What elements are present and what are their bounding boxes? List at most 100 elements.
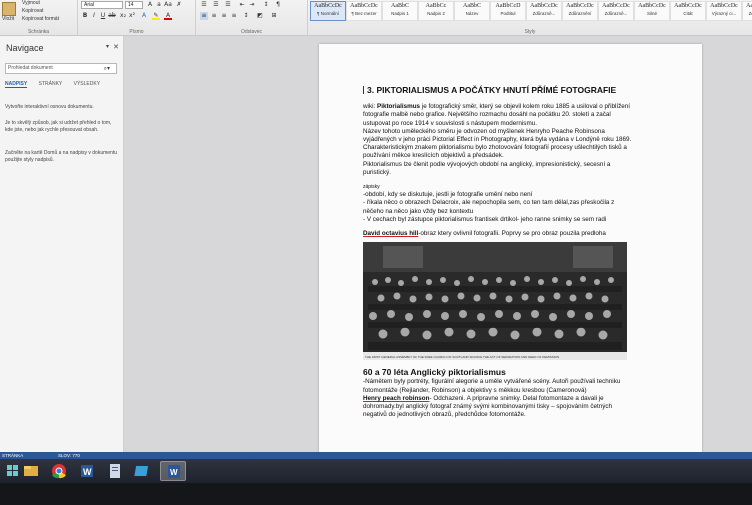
style-sample: AaBbCcDc	[530, 3, 558, 9]
font-color-icon[interactable]: A	[164, 12, 172, 20]
style-item[interactable]: AaBbC Nadpis 1	[382, 1, 418, 21]
style-item[interactable]: AaBbCcDc Silné	[634, 1, 670, 21]
multilevel-list-icon[interactable]: ☰	[224, 1, 232, 9]
paragraph-group-label: Odstavec	[240, 29, 263, 35]
nav-options-icon[interactable]: ▾	[106, 43, 109, 50]
bold-icon[interactable]: B	[81, 12, 89, 20]
highlight-icon[interactable]: ✎	[152, 12, 160, 20]
nav-search-input[interactable]: Prohledat dokument ⌕▾	[5, 63, 117, 74]
style-item[interactable]: AaBbCcDc ¶ Bez mezer	[346, 1, 382, 21]
style-item[interactable]: AaBbCcDc ¶ Normální	[310, 1, 346, 21]
italic-icon[interactable]: I	[90, 12, 98, 20]
sort-icon[interactable]: ↕	[262, 1, 270, 9]
styles-group: AaBbCcDc ¶ Normální AaBbCcDc ¶ Bez mezer AaB…	[308, 0, 752, 36]
nav-help-text-2: Je to skvělý způsob, jak si udržet přehl…	[5, 120, 112, 133]
david-name: David octavius hill	[363, 230, 419, 238]
clipboard-group-label: Schránka	[27, 29, 50, 35]
style-item[interactable]: AaBbCcDc Zdůrazně...	[526, 1, 562, 21]
style-name: Podtitul	[500, 11, 516, 16]
bullets-icon[interactable]: ☰	[200, 1, 208, 9]
style-item[interactable]: AaBbCcDc Zdůrazně...	[742, 1, 752, 21]
line-spacing-icon[interactable]: ↕	[242, 12, 250, 20]
nav-close-icon[interactable]: ✕	[113, 43, 119, 51]
intro-paragraph-3: Piktorialismus lze členit podle vývojový…	[363, 160, 611, 176]
font-name-select[interactable]: Arial	[81, 1, 123, 9]
robinson-name: Henry peach robinson	[363, 394, 430, 402]
style-name: Zdůraznění	[568, 11, 592, 16]
document-icon[interactable]	[104, 461, 126, 481]
align-left-icon[interactable]: ≡	[200, 12, 208, 20]
increase-indent-icon[interactable]: ⇥	[248, 1, 256, 9]
cut-button[interactable]: Vyjmout	[22, 0, 40, 6]
tab-results[interactable]: VÝSLEDKY	[74, 81, 100, 87]
navigation-pane: Navigace ▾ ✕ Prohledat dokument ⌕▾ NADPI…	[0, 36, 124, 452]
style-name: Citát	[683, 11, 693, 16]
style-item[interactable]: AaBbCcDc Zdůraznění	[562, 1, 598, 21]
justify-icon[interactable]: ≡	[230, 12, 238, 20]
page-indicator[interactable]: STRÁNKA	[2, 452, 23, 459]
intro-prefix: wiki:	[363, 103, 377, 111]
nav-help-text-3: Začněte na kartě Domů a na nadpisy v dok…	[5, 150, 118, 163]
superscript-icon[interactable]: x²	[128, 12, 136, 20]
style-sample: AaBbCcDc	[566, 3, 594, 9]
nav-help-text-1: Vytvořte interaktivní osnovu dokumentu.	[5, 104, 94, 110]
svg-text:W: W	[83, 467, 92, 477]
copy-button[interactable]: Kopírovat	[22, 8, 43, 14]
align-right-icon[interactable]: ≡	[220, 12, 228, 20]
align-center-icon[interactable]: ≡	[210, 12, 218, 20]
intro-paragraph-2: Název tohoto uměleckého směru je odvozen…	[363, 127, 632, 160]
word-active-window-icon[interactable]: W	[160, 461, 186, 481]
screen-bezel	[0, 483, 752, 505]
chrome-icon[interactable]	[48, 461, 70, 481]
photo-image	[363, 242, 627, 361]
style-item[interactable]: AaBbC Název	[454, 1, 490, 21]
font-group-label: Písmo	[129, 29, 144, 35]
photo-caption: THE FIRST GENERAL ASSEMBLY OF THE FREE C…	[365, 355, 560, 360]
tab-headings[interactable]: NADPISY	[5, 81, 28, 88]
document-page[interactable]: 3. PIKTORIALISMUS A POČÁTKY HNUTÍ PŘÍMÉ …	[319, 44, 702, 464]
shading-icon[interactable]: ◩	[256, 12, 264, 20]
borders-icon[interactable]: ⊞	[270, 12, 278, 20]
tab-pages[interactable]: STRÁNKY	[39, 81, 63, 87]
style-sample: AaBbC	[463, 3, 481, 9]
shrink-font-icon[interactable]: a	[155, 1, 163, 9]
app-icon[interactable]	[132, 461, 154, 481]
subscript-icon[interactable]: x₂	[119, 12, 127, 20]
style-name: Zdůrazně...	[748, 11, 752, 16]
font-size-select[interactable]: 14	[125, 1, 143, 9]
grow-font-icon[interactable]: A	[146, 1, 154, 9]
style-sample: AaBbCc	[425, 3, 447, 9]
section2-heading: 60 a 70 léta Anglický piktorialismus	[363, 367, 506, 378]
search-icon[interactable]: ⌕▾	[104, 65, 110, 74]
section-heading: 3. PIKTORIALISMUS A POČÁTKY HNUTÍ PŘÍMÉ …	[363, 86, 633, 94]
paste-icon[interactable]	[2, 2, 16, 16]
font-group: Arial 14 A a Aa ✗ B I U ab x₂ x² A ✎ A P…	[78, 0, 196, 36]
paste-button[interactable]: Vložit	[2, 16, 14, 22]
note-line-1: -období, kdy se diskutuje, jestli je fot…	[363, 191, 533, 199]
word-taskbar-icon[interactable]: W	[76, 461, 98, 481]
text-effects-icon[interactable]: A	[140, 12, 148, 20]
show-marks-icon[interactable]: ¶	[274, 1, 282, 9]
underline-icon[interactable]: U	[99, 12, 107, 20]
strikethrough-icon[interactable]: ab	[108, 12, 116, 20]
clear-format-icon[interactable]: ✗	[175, 1, 183, 9]
ribbon: Vložit Vyjmout Kopírovat Kopírovat formá…	[0, 0, 752, 36]
word-count[interactable]: SLOV: 770	[58, 452, 80, 459]
change-case-icon[interactable]: Aa	[164, 1, 172, 9]
historic-photo[interactable]: THE FIRST GENERAL ASSEMBLY OF THE FREE C…	[363, 242, 627, 361]
style-name: ¶ Bez mezer	[351, 11, 377, 16]
format-painter-button[interactable]: Kopírovat formát	[22, 16, 59, 22]
style-item[interactable]: AaBbCcD Podtitul	[490, 1, 526, 21]
intro-paragraph: wiki: Piktorialismus je fotografický smě…	[363, 103, 633, 128]
file-explorer-icon[interactable]	[20, 461, 42, 481]
taskbar: W W	[0, 459, 752, 483]
numbering-icon[interactable]: ☰	[212, 1, 220, 9]
page-body: 3. PIKTORIALISMUS A POČÁTKY HNUTÍ PŘÍMÉ …	[363, 86, 633, 419]
document-area: 3. PIKTORIALISMUS A POČÁTKY HNUTÍ PŘÍMÉ …	[124, 36, 752, 464]
style-item[interactable]: AaBbCc Nadpis 2	[418, 1, 454, 21]
style-item[interactable]: AaBbCcDc Zdůrazně...	[598, 1, 634, 21]
style-name: Nadpis 2	[427, 11, 445, 16]
style-item[interactable]: AaBbCcDc Citát	[670, 1, 706, 21]
style-item[interactable]: AaBbCcDc Výrazný ci...	[706, 1, 742, 21]
decrease-indent-icon[interactable]: ⇤	[238, 1, 246, 9]
